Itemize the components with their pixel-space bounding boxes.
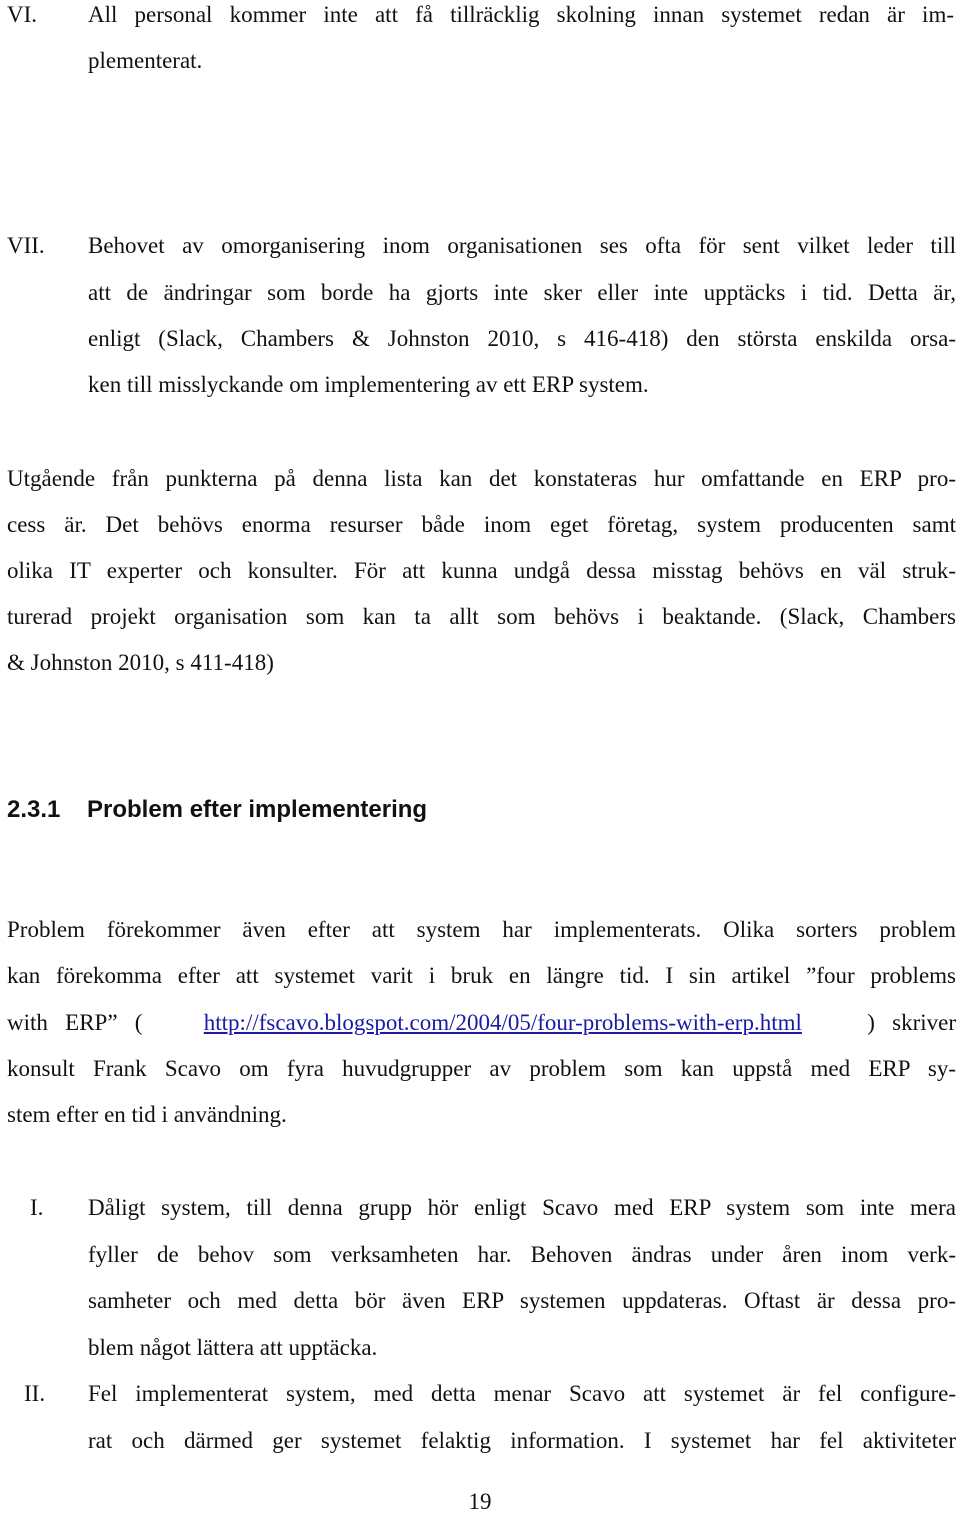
paragraph-line: Utgående från punkterna på denna lista k… <box>7 466 956 491</box>
paragraph-line-with-link: with ERP” ( http://fscavo.blogspot.com/20… <box>7 1008 956 1038</box>
list-text-line: blem något lättera att upptäcka. <box>88 1335 378 1360</box>
section-title: Problem efter implementering <box>87 796 428 823</box>
list-text-line: Behovet av omorganisering inom organisat… <box>88 233 956 258</box>
list-text-line: enligt (Slack, Chambers & Johnston 2010,… <box>88 326 956 351</box>
list-text-line: All personal kommer inte att få tillräck… <box>88 2 954 27</box>
paragraph-line: & Johnston 2010, s 411-418) <box>7 650 274 675</box>
paragraph-line: Problem förekommer även efter att system… <box>7 917 956 942</box>
list-text-line: fyller de behov som verksamheten har. Be… <box>88 1242 956 1267</box>
list-text-line: samheter och med detta bör även ERP syst… <box>88 1288 956 1313</box>
article-link[interactable]: http://fscavo.blogspot.com/2004/05/four-… <box>204 1008 802 1038</box>
list-text-line: Fel implementerat system, med detta mena… <box>88 1381 956 1406</box>
paragraph-line: konsult Frank Scavo om fyra huvudgrupper… <box>7 1056 956 1081</box>
paragraph-line: olika IT experter och konsulter. För att… <box>7 558 956 583</box>
paragraph-line: stem efter en tid i användning. <box>7 1102 287 1127</box>
list-text-line: Dåligt system, till denna grupp hör enli… <box>88 1195 956 1220</box>
list-text-line: rat och därmed ger systemet felaktig inf… <box>88 1428 956 1453</box>
list-text-line: att de ändringar som borde ha gjorts int… <box>88 280 956 305</box>
list-numeral: I. <box>30 1195 44 1220</box>
paragraph-line: turerad projekt organisation som kan ta … <box>7 604 956 629</box>
link-suffix: ) skriver <box>867 1010 956 1035</box>
section-number: 2.3.1 <box>7 796 61 823</box>
list-numeral: II. <box>24 1381 46 1406</box>
section-heading: 2.3.1 Problem efter implementering <box>7 795 427 825</box>
list-numeral: VII. <box>7 233 45 258</box>
paragraph-line: kan förekomma efter att systemet varit i… <box>7 963 956 988</box>
list-text-line: ken till misslyckande om implementering … <box>88 372 649 397</box>
paragraph-line: cess är. Det behövs enorma resurser både… <box>7 512 956 537</box>
page-number: 19 <box>468 1489 492 1514</box>
list-text-line: plementerat. <box>88 48 203 73</box>
list-numeral: VI. <box>7 2 38 27</box>
link-prefix: with ERP” ( <box>7 1010 143 1035</box>
